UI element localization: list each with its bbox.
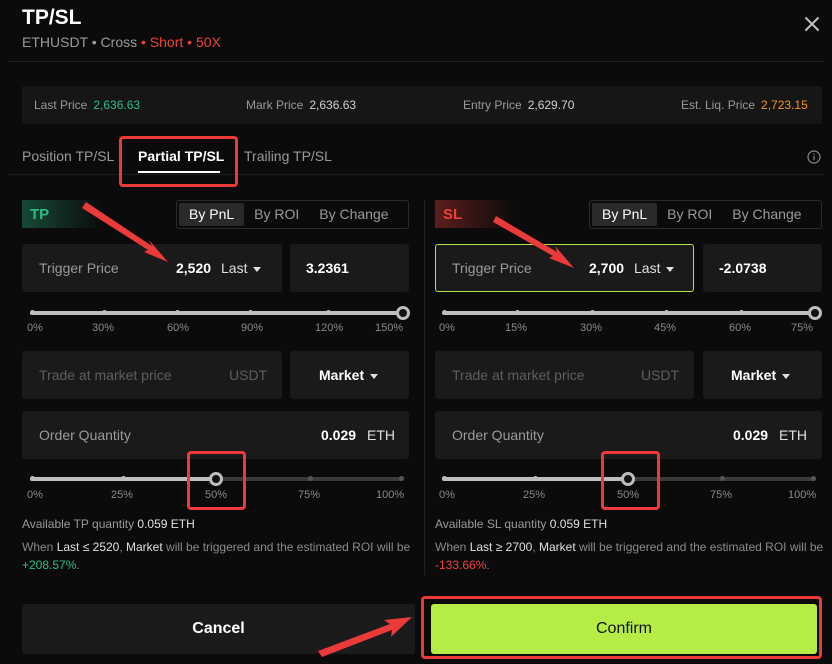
annotation-arrow — [318, 617, 412, 657]
annotation-arrow — [493, 216, 574, 268]
annotation-arrows — [82, 202, 574, 657]
annotation-arrow — [82, 202, 168, 262]
